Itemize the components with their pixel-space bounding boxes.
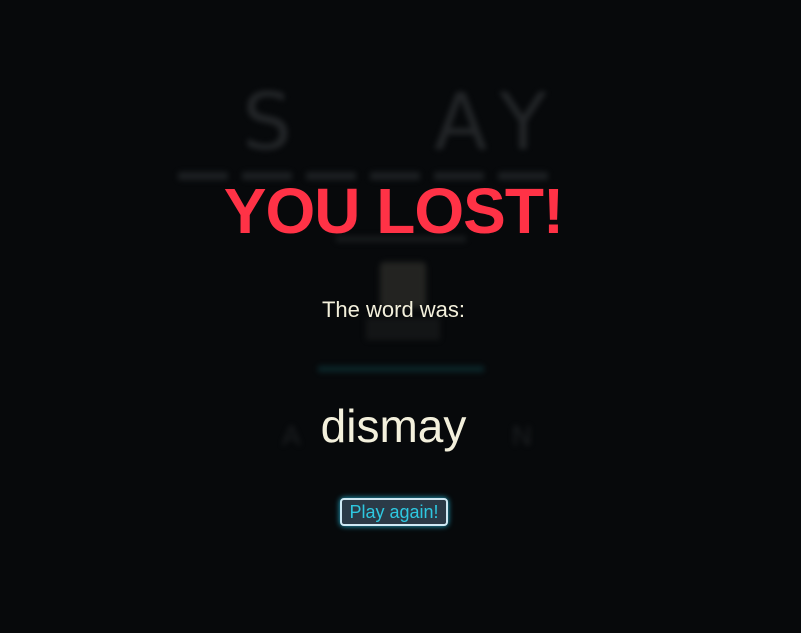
reveal-label: The word was: (321, 297, 466, 322)
result-title: YOU LOST! (223, 175, 564, 247)
game-screen: S A Y A N YOU LOST! The word was: dismay… (0, 0, 801, 633)
play-again-button[interactable]: Play again! (340, 498, 448, 526)
game-over-overlay: YOU LOST! The word was: dismay Play agai… (0, 0, 801, 633)
revealed-word: dismay (320, 400, 467, 452)
